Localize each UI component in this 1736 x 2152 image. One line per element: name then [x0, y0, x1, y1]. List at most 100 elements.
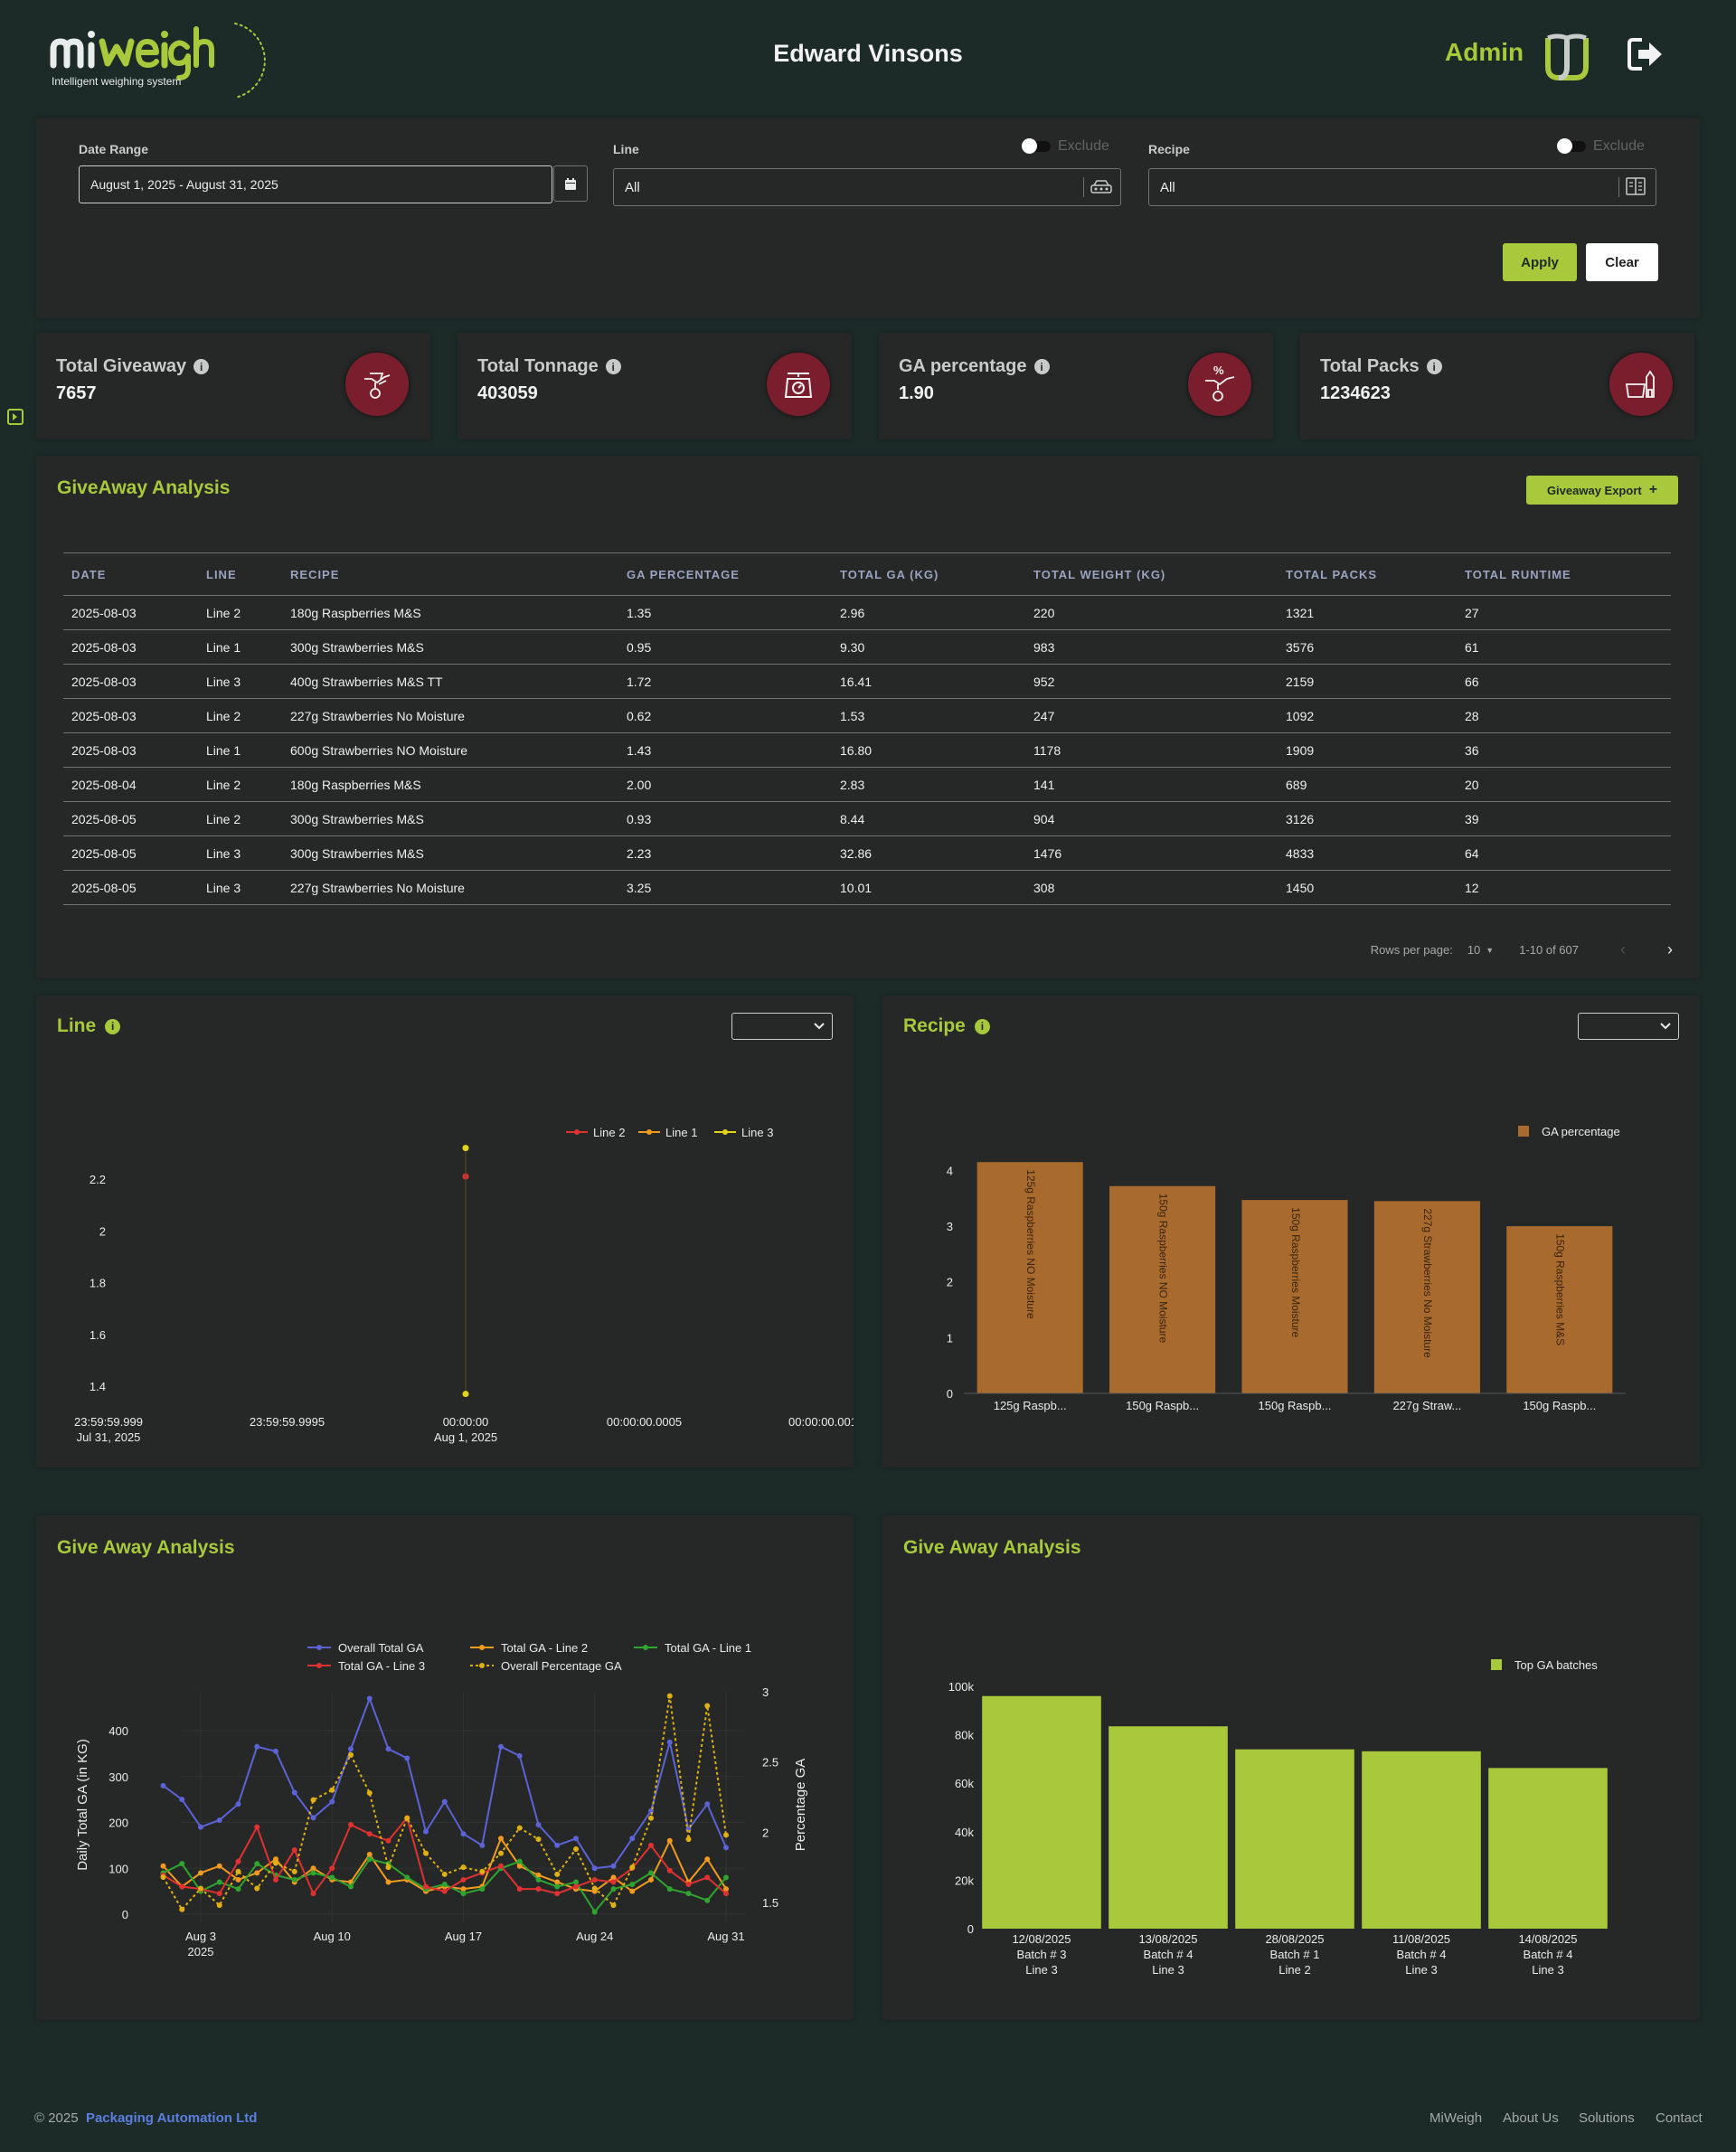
page-range-text: 1-10 of 607 [1519, 943, 1579, 957]
recipe-exclude-toggle[interactable]: Exclude [1557, 138, 1645, 155]
column-header[interactable]: TOTAL RUNTIME [1457, 552, 1671, 596]
footer-link-about-us[interactable]: About Us [1503, 2110, 1559, 2126]
calendar-button[interactable] [553, 165, 588, 202]
y-tick-label: 0 [947, 1387, 953, 1401]
rows-per-page-value: 10 [1467, 943, 1481, 957]
info-icon[interactable]: i [1426, 359, 1442, 374]
rows-per-page-select[interactable]: 10 ▼ [1467, 943, 1494, 957]
footer-link-miweigh[interactable]: MiWeigh [1429, 2110, 1482, 2126]
info-icon[interactable]: i [605, 359, 621, 374]
table-row[interactable]: 2025-08-03 Line 2 227g Strawberries No Moi… [63, 698, 1671, 733]
next-page-icon[interactable]: › [1667, 940, 1673, 959]
table-cell: 1.53 [832, 698, 1025, 733]
giveaway-export-button[interactable]: Giveaway Export + [1526, 476, 1678, 505]
date-range-input[interactable]: August 1, 2025 - August 31, 2025 [79, 165, 552, 203]
info-icon[interactable]: i [193, 359, 210, 374]
table-cell: Line 2 [198, 767, 282, 802]
data-point [460, 1876, 467, 1883]
logout-icon[interactable] [1628, 36, 1665, 72]
column-header[interactable]: DATE [63, 552, 198, 596]
apply-button[interactable]: Apply [1503, 243, 1577, 281]
footer-link-contact[interactable]: Contact [1656, 2110, 1703, 2126]
y-tick-label: 1.8 [90, 1277, 106, 1290]
packs-icon [1609, 353, 1673, 416]
stat-value: 7657 [56, 383, 97, 403]
data-point [254, 1885, 260, 1892]
data-point [329, 1874, 335, 1881]
recipe-select[interactable]: All [1148, 168, 1656, 206]
data-point [516, 1752, 523, 1759]
table-cell: 689 [1278, 767, 1457, 802]
data-point [666, 1693, 673, 1699]
column-header[interactable]: LINE [198, 552, 282, 596]
rows-per-page-label: Rows per page: [1370, 943, 1453, 957]
data-point [460, 1891, 467, 1897]
table-row[interactable]: 2025-08-03 Line 3 400g Strawberries M&S TT… [63, 664, 1671, 699]
table-cell: Line 1 [198, 629, 282, 665]
data-point [610, 1879, 617, 1885]
table-cell: 227g Strawberries No Moisture [282, 870, 618, 905]
toggle-switch[interactable] [1557, 138, 1586, 154]
recipe-chart-panel: Recipe i 0 1 2 3 4 125g Raspberries NO Moistu… [882, 996, 1700, 1468]
recipe-chart[interactable]: 0 1 2 3 4 125g Raspberries NO Moisture 125g Ra… [882, 996, 1700, 1468]
column-header[interactable]: TOTAL WEIGHT (KG) [1025, 552, 1278, 596]
column-header[interactable]: RECIPE [282, 552, 618, 596]
table-row[interactable]: 2025-08-03 Line 1 600g Strawberries NO Moi… [63, 732, 1671, 768]
toggle-switch[interactable] [1022, 138, 1051, 154]
x-tick-label: 150g Raspb... [1523, 1399, 1596, 1412]
table-row[interactable]: 2025-08-05 Line 2 300g Strawberries M&S 0.9… [63, 801, 1671, 836]
table-cell: 1450 [1278, 870, 1457, 905]
data-point [273, 1860, 278, 1866]
line-machine-icon[interactable] [1090, 179, 1112, 200]
stat-title: Total Tonnage [477, 356, 599, 376]
user-role: Admin [1445, 38, 1524, 66]
recipe-book-icon[interactable] [1626, 177, 1646, 200]
miweigh-logo[interactable]: Intelligent weighing system [50, 20, 276, 101]
data-point [179, 1861, 185, 1867]
mw-brand-icon[interactable] [1541, 31, 1593, 85]
column-header[interactable]: TOTAL PACKS [1278, 552, 1457, 596]
data-point [216, 1817, 222, 1823]
data-point [685, 1891, 692, 1897]
clear-button[interactable]: Clear [1586, 243, 1658, 281]
info-icon[interactable]: i [1033, 359, 1050, 374]
data-point [291, 1876, 297, 1883]
bar-inner-label: 227g Strawberries No Moisture [1421, 1208, 1434, 1358]
table-row[interactable]: 2025-08-05 Line 3 300g Strawberries M&S 2.2… [63, 835, 1671, 871]
table-row[interactable]: 2025-08-03 Line 2 180g Raspberries M&S 1.35… [63, 595, 1671, 630]
bar [1109, 1726, 1228, 1929]
sidebar-toggle-icon[interactable] [7, 409, 24, 425]
table-row[interactable]: 2025-08-03 Line 1 300g Strawberries M&S 0.9… [63, 629, 1671, 665]
prev-page-icon[interactable]: ‹ [1620, 940, 1626, 959]
table-cell: 952 [1025, 664, 1278, 699]
table-cell: 1.43 [618, 732, 832, 768]
line-exclude-toggle[interactable]: Exclude [1022, 138, 1109, 155]
table-cell: 1909 [1278, 732, 1457, 768]
table-cell: Line 3 [198, 664, 282, 699]
data-point [385, 1879, 392, 1885]
line-chart[interactable]: 1.4 1.6 1.8 2 2.2 23:59:59.999Jul 31, 2025 23:… [36, 996, 854, 1468]
table-row[interactable]: 2025-08-05 Line 3 227g Strawberries No Moi… [63, 870, 1671, 905]
data-point [666, 1739, 673, 1745]
company-link[interactable]: Packaging Automation Ltd [86, 2110, 257, 2126]
data-point [516, 1825, 523, 1831]
data-point [723, 1845, 729, 1851]
line-select[interactable]: All [613, 168, 1121, 206]
legend-label: Total GA - Line 1 [665, 1641, 751, 1655]
x-tick-label: 125g Raspb... [994, 1399, 1067, 1412]
legend-label: Line 1 [665, 1126, 697, 1139]
x-tick-label: 14/08/2025 [1518, 1932, 1577, 1946]
table-cell: 1178 [1025, 732, 1278, 768]
y-tick-label: 2.2 [90, 1173, 106, 1186]
data-point [254, 1870, 260, 1876]
ga-daily-chart[interactable]: 0 100 200 300 400 1.5 2 2.5 3 Aug 3 Aug 10 Aug 17 Au… [36, 1515, 854, 2020]
ga-batch-chart[interactable]: 0 20k 40k 60k 80k 100k 12/08/2025 Batch # 3 Line… [882, 1515, 1700, 2020]
column-header[interactable]: TOTAL GA (KG) [832, 552, 1025, 596]
data-point [704, 1703, 711, 1709]
x-tick-label: 00:00:00.0005 [607, 1415, 682, 1429]
footer-link-solutions[interactable]: Solutions [1579, 2110, 1635, 2126]
table-row[interactable]: 2025-08-04 Line 2 180g Raspberries M&S 2.00… [63, 767, 1671, 802]
data-point [348, 1746, 354, 1752]
column-header[interactable]: GA PERCENTAGE [618, 552, 832, 596]
data-point [516, 1886, 523, 1892]
